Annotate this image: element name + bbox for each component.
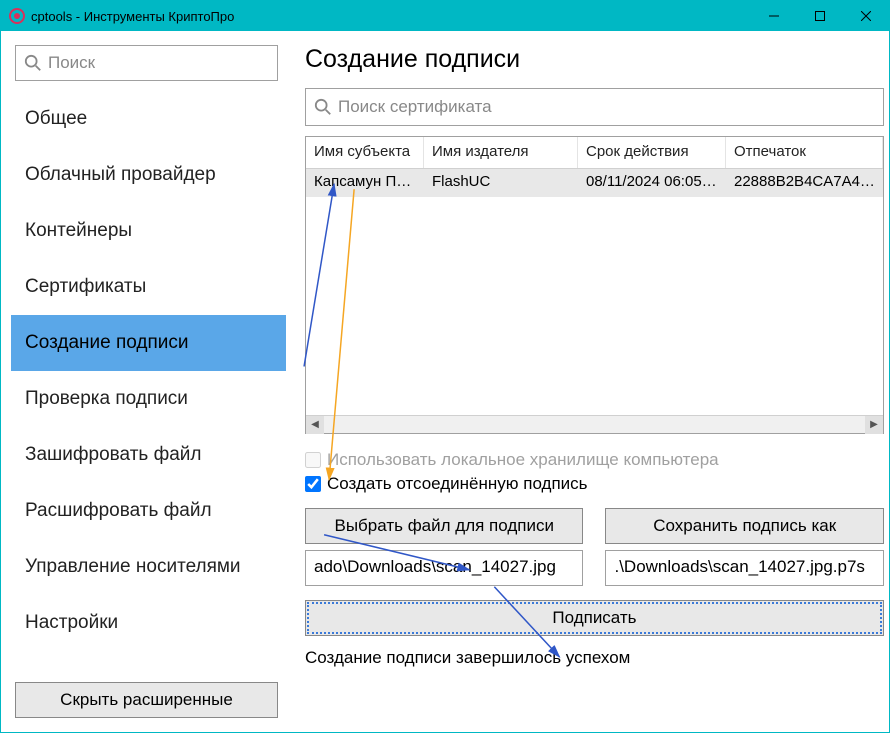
checkbox-local-store-label: Использовать локальное хранилище компьют… bbox=[327, 450, 719, 470]
checkbox-detached-label: Создать отсоединённую подпись bbox=[327, 474, 588, 494]
minimize-button[interactable] bbox=[751, 1, 797, 31]
main-panel: Создание подписи Имя субъекта Имя издате… bbox=[287, 31, 890, 732]
sidebar-item-verify-signature[interactable]: Проверка подписи bbox=[11, 371, 286, 427]
sidebar-item-certificates[interactable]: Сертификаты bbox=[11, 259, 286, 315]
cert-search[interactable] bbox=[305, 88, 884, 126]
maximize-button[interactable] bbox=[797, 1, 843, 31]
sidebar-item-cloud-provider[interactable]: Облачный провайдер bbox=[11, 147, 286, 203]
checkbox-detached-input[interactable] bbox=[305, 476, 321, 492]
search-icon bbox=[314, 98, 332, 116]
app-icon bbox=[9, 8, 25, 24]
sign-button[interactable]: Подписать bbox=[305, 600, 884, 636]
window-title: cptools - Инструменты КриптоПро bbox=[31, 9, 751, 24]
save-signature-as-button[interactable]: Сохранить подпись как bbox=[605, 508, 883, 544]
sidebar-search-input[interactable] bbox=[48, 53, 269, 73]
sidebar-item-encrypt-file[interactable]: Зашифровать файл bbox=[11, 427, 286, 483]
sidebar-search[interactable] bbox=[15, 45, 278, 81]
sidebar-item-settings[interactable]: Настройки bbox=[11, 595, 286, 651]
cell-expiry: 08/11/2024 06:05:… bbox=[578, 169, 726, 197]
input-file-path[interactable]: ado\Downloads\scan_14027.jpg bbox=[305, 550, 583, 586]
output-file-path[interactable]: .\Downloads\scan_14027.jpg.p7s bbox=[605, 550, 883, 586]
cert-search-input[interactable] bbox=[338, 97, 875, 117]
header-expiry[interactable]: Срок действия bbox=[578, 137, 726, 168]
scroll-left-icon[interactable]: ◀ bbox=[306, 416, 324, 434]
horizontal-scrollbar[interactable]: ◀ ▶ bbox=[306, 415, 883, 433]
checkbox-local-store-input bbox=[305, 452, 321, 468]
choose-file-button[interactable]: Выбрать файл для подписи bbox=[305, 508, 583, 544]
table-header: Имя субъекта Имя издателя Срок действия … bbox=[306, 137, 883, 169]
sidebar-item-general[interactable]: Общее bbox=[11, 91, 286, 147]
status-message: Создание подписи завершилось успехом bbox=[305, 648, 884, 668]
cell-subject: Капсамун Пр… bbox=[306, 169, 424, 197]
header-subject[interactable]: Имя субъекта bbox=[306, 137, 424, 168]
hide-advanced-button[interactable]: Скрыть расширенные bbox=[15, 682, 278, 718]
checkbox-local-store: Использовать локальное хранилище компьют… bbox=[305, 450, 884, 470]
titlebar: cptools - Инструменты КриптоПро bbox=[1, 1, 889, 31]
sidebar-item-containers[interactable]: Контейнеры bbox=[11, 203, 286, 259]
sidebar-list: Общее Облачный провайдер Контейнеры Серт… bbox=[11, 91, 286, 682]
sidebar-item-create-signature[interactable]: Создание подписи bbox=[11, 315, 286, 371]
cert-table: Имя субъекта Имя издателя Срок действия … bbox=[305, 136, 884, 434]
table-body: Капсамун Пр… FlashUC 08/11/2024 06:05:… … bbox=[306, 169, 883, 415]
cell-issuer: FlashUC bbox=[424, 169, 578, 197]
table-row[interactable]: Капсамун Пр… FlashUC 08/11/2024 06:05:… … bbox=[306, 169, 883, 197]
header-thumbprint[interactable]: Отпечаток bbox=[726, 137, 883, 168]
close-button[interactable] bbox=[843, 1, 889, 31]
scroll-right-icon[interactable]: ▶ bbox=[865, 416, 883, 434]
checkbox-detached[interactable]: Создать отсоединённую подпись bbox=[305, 474, 884, 494]
header-issuer[interactable]: Имя издателя bbox=[424, 137, 578, 168]
search-icon bbox=[24, 54, 42, 72]
sidebar-item-manage-carriers[interactable]: Управление носителями bbox=[11, 539, 286, 595]
cell-thumbprint: 22888B2B4CA7A4… bbox=[726, 169, 883, 197]
page-title: Создание подписи bbox=[305, 45, 884, 74]
sidebar: Общее Облачный провайдер Контейнеры Серт… bbox=[1, 31, 287, 732]
sidebar-item-decrypt-file[interactable]: Расшифровать файл bbox=[11, 483, 286, 539]
